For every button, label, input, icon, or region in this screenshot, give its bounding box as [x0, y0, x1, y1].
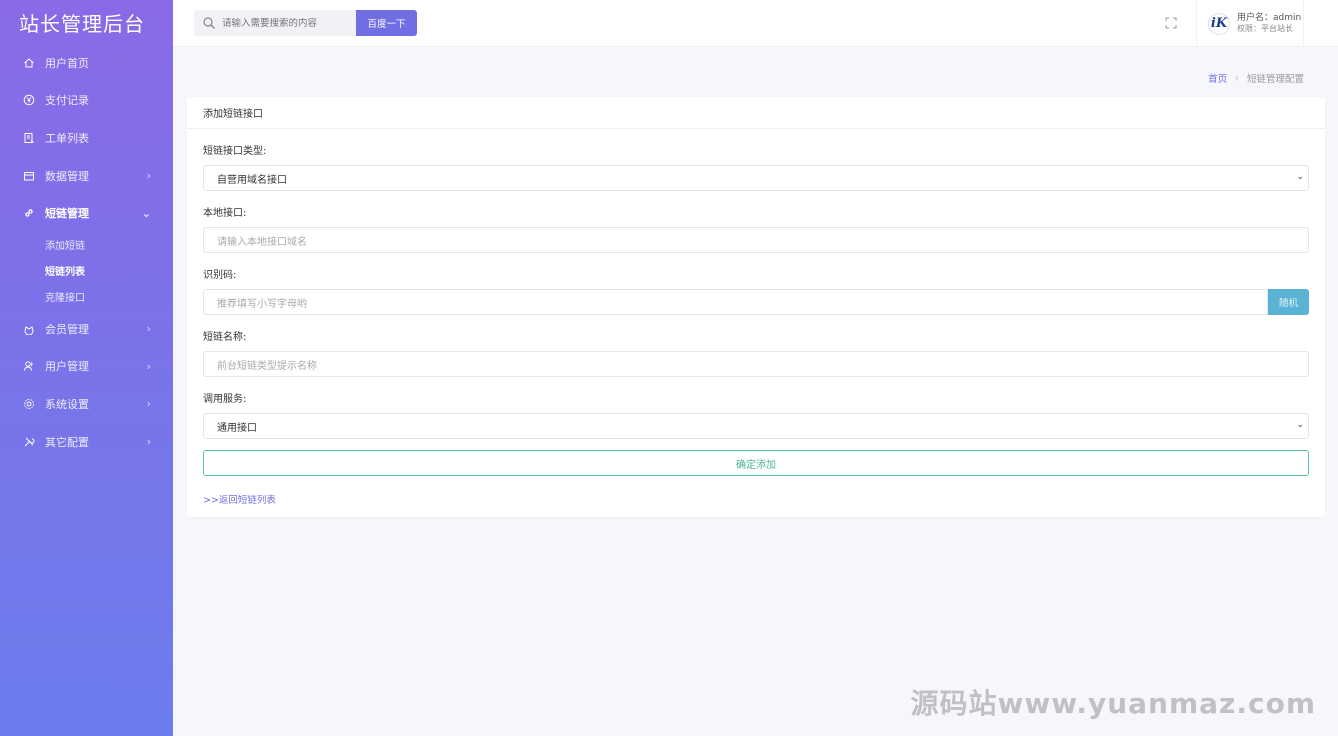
avatar: iK: [1208, 12, 1230, 35]
chevron-right-icon: ›: [146, 397, 151, 411]
sidebar-subitem-shortlink-list[interactable]: 短链列表: [45, 258, 173, 284]
sidebar-submenu: 添加短链 短链列表 克隆接口: [0, 232, 173, 310]
code-label: 识别码:: [203, 270, 237, 281]
card-title: 添加短链接口: [187, 97, 1325, 129]
yen-icon: [22, 93, 36, 107]
sidebar-item-label: 数据管理: [45, 169, 89, 183]
user-role: 权限：平台站长: [1237, 24, 1293, 34]
type-select[interactable]: 自营用域名接口 ⌄: [203, 165, 1309, 191]
search-box: [194, 10, 356, 36]
service-select[interactable]: 通用接口 ⌄: [203, 413, 1309, 439]
type-label: 短链接口类型:: [203, 146, 267, 157]
local-api-input[interactable]: 请输入本地接口域名: [203, 227, 1309, 253]
ticket-icon: [22, 131, 36, 145]
breadcrumb-home-link[interactable]: 首页: [1208, 71, 1227, 85]
service-label: 调用服务:: [203, 394, 247, 405]
sidebar-item-settings[interactable]: 系统设置 ›: [0, 385, 173, 423]
sidebar-item-label: 用户首页: [45, 56, 89, 70]
sidebar-item-label: 短链管理: [45, 207, 89, 221]
chevron-right-icon: ›: [146, 169, 151, 183]
random-button[interactable]: 随机: [1268, 289, 1309, 315]
sidebar-item-users[interactable]: 用户管理 ›: [0, 348, 173, 386]
gear-icon: [22, 397, 36, 411]
chevron-right-icon: ›: [146, 322, 151, 336]
database-icon: [22, 169, 36, 183]
search-icon: [203, 17, 215, 29]
sidebar-item-other-config[interactable]: 其它配置 ›: [0, 423, 173, 461]
sidebar-item-label: 工单列表: [45, 131, 89, 145]
tools-icon: [22, 435, 36, 449]
chevron-right-icon: ›: [146, 359, 151, 373]
sidebar-item-data[interactable]: 数据管理 ›: [0, 157, 173, 195]
top-header: 百度一下 iK 用户名：admin 权限：平台站长: [173, 0, 1338, 47]
service-select-value: 通用接口: [217, 422, 257, 434]
user-name: 用户名：admin: [1237, 13, 1302, 24]
type-select-value: 自营用域名接口: [217, 174, 287, 186]
sidebar-item-label: 系统设置: [45, 397, 89, 411]
breadcrumb-separator: ›: [1235, 72, 1239, 84]
sidebar-item-home[interactable]: 用户首页: [0, 44, 173, 82]
sidebar-item-label: 其它配置: [45, 435, 89, 449]
search-input[interactable]: [222, 17, 342, 29]
code-input-group: 推荐填写小写字母哟 随机: [203, 289, 1309, 315]
breadcrumb-current: 短链管理配置: [1246, 74, 1304, 85]
link-icon: [22, 206, 36, 220]
user-menu[interactable]: iK 用户名：admin 权限：平台站长: [1196, 0, 1304, 47]
sidebar-item-label: 支付记录: [45, 94, 89, 108]
code-input[interactable]: 推荐填写小写字母哟: [203, 289, 1268, 315]
sidebar-item-label: 用户管理: [45, 360, 89, 374]
watermark: 源码站www.yuanmaz.com: [910, 687, 1316, 720]
back-to-list-link[interactable]: >>返回短链列表: [203, 492, 276, 506]
user-info: 用户名：admin 权限：平台站长: [1237, 13, 1301, 33]
breadcrumb: 首页 › 短链管理配置: [1208, 71, 1304, 86]
chevron-down-icon: ⌄: [1296, 420, 1304, 430]
chevron-down-icon: ⌄: [141, 206, 151, 220]
sidebar-item-members[interactable]: 会员管理 ›: [0, 310, 173, 348]
home-icon: [22, 56, 36, 70]
chevron-right-icon: ›: [146, 435, 151, 449]
submit-button[interactable]: 确定添加: [203, 450, 1309, 476]
chevron-down-icon: ⌄: [1296, 172, 1304, 182]
sidebar-item-label: 会员管理: [45, 322, 89, 336]
local-label: 本地接口:: [203, 208, 247, 219]
name-label: 短链名称:: [203, 332, 247, 343]
sidebar-item-payments[interactable]: 支付记录: [0, 82, 173, 120]
users-icon: [22, 359, 36, 373]
search-button[interactable]: 百度一下: [356, 10, 417, 36]
member-icon: [22, 322, 36, 336]
sidebar: 站长管理后台 用户首页 支付记录 工单列表 数据管理 › 短链管理 ⌄ 添加短链…: [0, 0, 173, 736]
sidebar-item-shortlinks[interactable]: 短链管理 ⌄: [0, 194, 173, 232]
sidebar-subitem-clone-api[interactable]: 克隆接口: [45, 284, 173, 310]
shortlink-name-input[interactable]: 前台短链类型提示名称: [203, 351, 1309, 377]
add-shortlink-card: 添加短链接口 短链接口类型: 自营用域名接口 ⌄ 本地接口: 请输入本地接口域名…: [187, 97, 1325, 517]
sidebar-subitem-add-shortlink[interactable]: 添加短链: [45, 232, 173, 258]
fullscreen-icon[interactable]: [1164, 16, 1178, 30]
sidebar-nav: 用户首页 支付记录 工单列表 数据管理 › 短链管理 ⌄ 添加短链 短链列表 克…: [0, 44, 173, 460]
add-shortlink-form: 短链接口类型: 自营用域名接口 ⌄ 本地接口: 请输入本地接口域名 识别码: 推…: [187, 146, 1325, 507]
sidebar-item-tickets[interactable]: 工单列表: [0, 119, 173, 157]
app-title: 站长管理后台: [19, 11, 145, 36]
